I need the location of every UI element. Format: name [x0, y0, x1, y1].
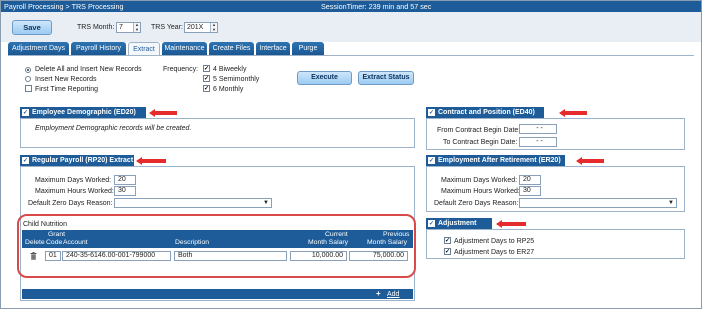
tab-maintenance[interactable]: Maintenance [162, 42, 207, 56]
first-time-checkbox[interactable] [25, 85, 32, 92]
account-input[interactable]: 240-35-6146.00-001-799000 [62, 251, 171, 261]
chevron-down-icon: ▼ [668, 200, 674, 206]
tab-adjustment-days[interactable]: Adjustment Days [8, 42, 69, 56]
er20-zero-days-label: Default Zero Days Reason: [434, 200, 519, 207]
rp20-max-hours-label: Maximum Hours Worked: [35, 188, 114, 195]
tab-payroll-history[interactable]: Payroll History [71, 42, 126, 56]
current-column-header: Current [325, 231, 348, 238]
rp20-zero-days-select[interactable]: ▼ [114, 198, 272, 208]
frequency-label: Frequency: [163, 66, 199, 73]
spinner-arrows-icon[interactable]: ▲ ▼ [210, 22, 217, 32]
description-column-header: Description [175, 239, 209, 246]
ed20-header: ✓ Employee Demographic (ED20) Extract [20, 107, 146, 127]
plus-icon[interactable]: + [376, 289, 381, 299]
tab-extract[interactable]: Extract [128, 42, 160, 56]
delete-column-header: Delete [25, 239, 45, 246]
child-nutrition-title: Child Nutrition [23, 221, 67, 228]
rp20-max-days-label: Maximum Days Worked: [35, 177, 112, 184]
er20-max-days-label: Maximum Days Worked: [441, 177, 518, 184]
rp20-header: ✓ Regular Payroll (RP20) Extract [20, 155, 134, 166]
rp20-max-hours-input[interactable]: 30 [114, 186, 136, 196]
chevron-down-icon: ▼ [263, 200, 269, 206]
previous-salary-column-header: Month Salary [367, 239, 408, 246]
trash-icon[interactable] [30, 252, 37, 260]
delete-all-radio[interactable] [25, 67, 31, 73]
rp20-zero-days-label: Default Zero Days Reason: [28, 200, 113, 207]
account-column-header: Account [63, 239, 88, 246]
current-salary-input[interactable]: 10,000.00 [290, 251, 347, 261]
add-row-link[interactable]: Add [387, 290, 399, 299]
trs-month-label: TRS Month: [77, 24, 115, 31]
adjustment-days-header: ✓ Adjustment Days [426, 218, 492, 238]
trs-year-value: 201X [187, 24, 204, 31]
save-button[interactable]: Save [12, 20, 52, 35]
biweekly-checkbox[interactable]: ✓ [203, 65, 210, 72]
tab-create-files[interactable]: Create Files [209, 42, 254, 56]
trs-year-spinner[interactable]: 201X ▲ ▼ [184, 22, 218, 33]
insert-new-radio[interactable] [25, 76, 31, 82]
annotation-arrow-icon [136, 157, 166, 165]
rp25-checkbox[interactable]: ✓ [444, 237, 451, 244]
biweekly-label: 4 Biweekly [213, 66, 247, 73]
first-time-label: First Time Reporting [35, 86, 99, 93]
ed20-panel: Employment Demographic records will be c… [20, 118, 415, 148]
child-nutrition-grid-header: Delete Grant Code Account Description Cu… [22, 230, 413, 248]
description-input[interactable]: Both [174, 251, 287, 261]
er27-checkbox[interactable]: ✓ [444, 248, 451, 255]
er27-label: Adjustment Days to ER27 [454, 249, 535, 256]
annotation-arrow-icon [559, 109, 587, 117]
monthly-label: 6 Monthly [213, 86, 244, 93]
semimonthly-checkbox[interactable]: ✓ [203, 75, 210, 82]
trs-year-label: TRS Year: [151, 24, 183, 31]
er20-max-hours-input[interactable]: 30 [519, 186, 541, 196]
er20-zero-days-select[interactable]: ▼ [519, 198, 677, 208]
rp20-checkbox[interactable]: ✓ [22, 157, 29, 164]
trs-month-value: 7 [119, 24, 123, 31]
current-salary-column-header: Month Salary [308, 239, 349, 246]
breadcrumb: Payroll Processing > TRS Processing [4, 2, 124, 11]
grant-code-input[interactable]: 01 [45, 251, 61, 261]
previous-column-header: Previous [383, 231, 410, 238]
to-date-input[interactable]: - - [519, 137, 557, 147]
to-date-label: To Contract Begin Date: [443, 139, 518, 146]
title-bar: Payroll Processing > TRS Processing Sess… [1, 1, 701, 12]
child-nutrition-grid-footer: + Add [22, 289, 413, 299]
from-date-input[interactable]: - - [519, 124, 557, 134]
er20-header: ✓ Employment After Retirement (ER20) Ext… [426, 155, 565, 175]
er20-max-hours-label: Maximum Hours Worked: [441, 188, 520, 195]
execute-button[interactable]: Execute [297, 71, 352, 85]
trs-processing-window: Payroll Processing > TRS Processing Sess… [0, 0, 702, 309]
ed40-header: ✓ Contract and Position (ED40) Extract [426, 107, 544, 127]
rp25-label: Adjustment Days to RP25 [454, 238, 535, 245]
adjustment-days-checkbox[interactable]: ✓ [428, 220, 435, 227]
er20-checkbox[interactable]: ✓ [428, 157, 435, 164]
spinner-arrows-icon[interactable]: ▲ ▼ [133, 22, 140, 32]
ed40-checkbox[interactable]: ✓ [428, 109, 435, 116]
semimonthly-label: 5 Semimonthly [213, 76, 260, 83]
er20-max-days-input[interactable]: 20 [519, 175, 541, 185]
extract-status-button[interactable]: Extract Status [358, 71, 414, 85]
previous-salary-input[interactable]: 75,000.00 [349, 251, 408, 261]
insert-new-label: Insert New Records [35, 76, 97, 83]
code-column-header: Code [46, 239, 63, 246]
annotation-arrow-icon [149, 109, 177, 117]
tab-divider [8, 55, 694, 56]
grant-column-header: Grant [48, 231, 65, 238]
annotation-arrow-icon [576, 157, 604, 165]
delete-all-label: Delete All and Insert New Records [35, 66, 142, 73]
rp20-title: Regular Payroll (RP20) Extract [32, 157, 134, 164]
tab-interface[interactable]: Interface [256, 42, 290, 56]
tab-purge[interactable]: Purge [292, 42, 324, 56]
monthly-checkbox[interactable]: ✓ [203, 85, 210, 92]
annotation-arrow-icon [496, 220, 526, 228]
session-timer: SessionTimer: 239 min and 57 sec [321, 2, 432, 11]
ed20-checkbox[interactable]: ✓ [22, 109, 29, 116]
rp20-max-days-input[interactable]: 20 [114, 175, 136, 185]
trs-month-spinner[interactable]: 7 ▲ ▼ [116, 22, 141, 33]
ed20-message: Employment Demographic records will be c… [35, 125, 192, 132]
from-date-label: From Contract Begin Date: [437, 127, 521, 134]
